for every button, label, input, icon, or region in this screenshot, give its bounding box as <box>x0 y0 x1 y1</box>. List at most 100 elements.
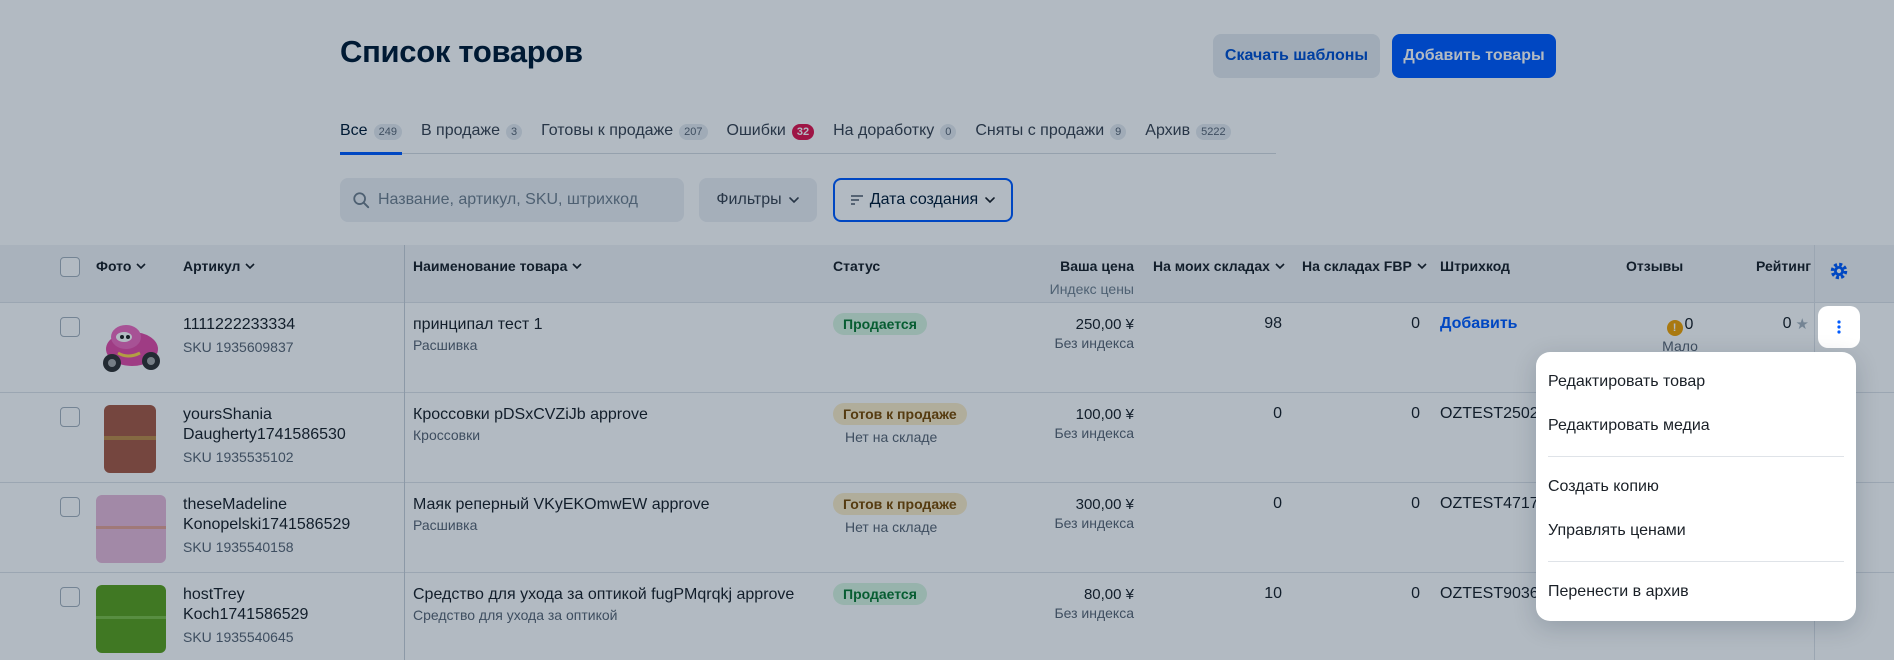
chevron-down-icon <box>985 197 996 204</box>
tab-count: 9 <box>1110 124 1127 140</box>
tab-removed[interactable]: Сняты с продажи 9 <box>975 120 1127 154</box>
article-cell: 1111222233334 SKU 1935609837 <box>183 315 295 357</box>
header-label: Наименование товара <box>413 258 568 274</box>
menu-item-manage-prices[interactable]: Управлять ценами <box>1536 509 1856 553</box>
article-cell: hostTrey Koch1741586529 SKU 1935540645 <box>183 585 333 647</box>
product-thumbnail <box>96 585 166 653</box>
header-label: Штрихкод <box>1440 258 1510 274</box>
row-checkbox[interactable] <box>60 317 80 337</box>
row-checkbox[interactable] <box>60 407 80 427</box>
header-sublabel: Индекс цены <box>1049 281 1134 297</box>
reviews-count: 0 <box>1684 316 1694 333</box>
tab-errors[interactable]: Ошибки 32 <box>727 120 815 154</box>
chevron-down-icon <box>788 197 799 204</box>
status-badge: Продается <box>833 583 927 605</box>
add-barcode-link[interactable]: Добавить <box>1440 315 1518 332</box>
product-thumbnail <box>96 495 166 563</box>
tab-on-sale[interactable]: В продаже 3 <box>421 120 523 154</box>
product-name[interactable]: принципал тест 1 <box>413 315 543 335</box>
menu-item-copy[interactable]: Создать копию <box>1536 465 1856 509</box>
table-header: Фото Артикул Наименование товара Статус … <box>0 245 1894 303</box>
filters-label: Фильтры <box>716 191 782 208</box>
header-fbp-stock[interactable]: На складах FBP <box>1302 258 1428 274</box>
name-cell: принципал тест 1 Расшивка <box>413 315 543 355</box>
search-input[interactable] <box>378 191 668 209</box>
price-value: 100,00 ¥ <box>1075 406 1134 423</box>
product-name[interactable]: Кроссовки pDSxCVZiJb approve <box>413 405 648 425</box>
product-name[interactable]: Маяк реперный VKyEKOmwEW approve <box>413 495 710 515</box>
menu-divider <box>1548 561 1844 562</box>
barcode-value: OZTEST2502 <box>1440 405 1539 422</box>
header-price: Ваша цена Индекс цены <box>1050 258 1134 297</box>
status-note: Нет на складе <box>845 519 938 535</box>
price-cell: 80,00 ¥ Без индекса <box>1054 585 1134 623</box>
product-category: Кроссовки <box>413 427 481 443</box>
price-index: Без индекса <box>1054 425 1134 441</box>
search-icon <box>353 192 370 209</box>
price-cell: 300,00 ¥ Без индекса <box>1054 495 1134 533</box>
header-label: Статус <box>833 258 881 274</box>
article-value: yoursShania Daugherty1741586530 <box>183 406 346 443</box>
header-article[interactable]: Артикул <box>183 258 256 274</box>
row-actions-menu: Редактировать товар Редактировать медиа … <box>1536 352 1856 621</box>
column-divider[interactable] <box>404 245 405 660</box>
filters-button[interactable]: Фильтры <box>699 178 817 222</box>
status-badge: Продается <box>833 313 927 335</box>
my-stock-value: 10 <box>1264 585 1282 602</box>
more-vertical-icon <box>1837 320 1841 334</box>
header-barcode: Штрихкод <box>1440 258 1510 274</box>
select-all-checkbox[interactable] <box>60 257 80 277</box>
product-thumbnail <box>96 315 166 383</box>
product-category: Средство для ухода за оптикой <box>413 607 618 623</box>
search-box[interactable] <box>340 178 684 222</box>
header-label: Рейтинг <box>1756 258 1812 274</box>
rating-cell: 0 ★ <box>1783 315 1809 333</box>
header-name[interactable]: Наименование товара <box>413 258 583 274</box>
my-stock-value: 98 <box>1264 315 1282 332</box>
tab-archive[interactable]: Архив 5222 <box>1145 120 1231 154</box>
header-my-stock[interactable]: На моих складах <box>1153 258 1286 274</box>
header-label: Артикул <box>183 258 241 274</box>
tab-label: Все <box>340 122 368 139</box>
chevron-down-icon <box>245 263 256 270</box>
row-checkbox[interactable] <box>60 587 80 607</box>
menu-item-edit-media[interactable]: Редактировать медиа <box>1536 404 1856 448</box>
tab-ready[interactable]: Готовы к продаже 207 <box>541 120 708 154</box>
name-cell: Маяк реперный VKyEKOmwEW approve Расшивка <box>413 495 710 535</box>
status-badge: Готов к продаже <box>833 403 967 425</box>
thumbnail-stripe <box>96 526 166 529</box>
chevron-down-icon <box>1417 263 1427 270</box>
my-stock-value: 0 <box>1273 495 1282 512</box>
fbp-stock-value: 0 <box>1411 315 1420 332</box>
tab-rework[interactable]: На доработку 0 <box>833 120 957 154</box>
sku-value: SKU 1935609837 <box>183 339 294 355</box>
tab-all[interactable]: Все 249 <box>340 120 402 155</box>
barcode-value: OZTEST4717 <box>1440 495 1539 512</box>
fbp-stock-value: 0 <box>1411 405 1420 422</box>
table-settings-button[interactable] <box>1826 258 1852 284</box>
row-checkbox[interactable] <box>60 497 80 517</box>
sku-value: SKU 1935535102 <box>183 449 294 465</box>
sku-value: SKU 1935540158 <box>183 539 294 555</box>
sku-value: SKU 1935540645 <box>183 629 294 645</box>
fbp-stock-value: 0 <box>1411 495 1420 512</box>
sort-button[interactable]: Дата создания <box>833 178 1013 222</box>
header-label: Отзывы <box>1626 258 1684 274</box>
chevron-down-icon <box>1275 263 1285 270</box>
my-stock-value: 0 <box>1273 405 1282 422</box>
price-index: Без индекса <box>1054 515 1134 531</box>
menu-item-archive[interactable]: Перенести в архив <box>1536 570 1856 614</box>
toy-car-image <box>103 325 160 372</box>
price-cell: 250,00 ¥ Без индекса <box>1054 315 1134 353</box>
product-name[interactable]: Средство для ухода за оптикой fugPMqrqkj… <box>413 585 794 605</box>
header-photo[interactable]: Фото <box>96 258 147 274</box>
row-actions-button[interactable] <box>1818 306 1860 348</box>
price-index: Без индекса <box>1054 605 1134 621</box>
price-cell: 100,00 ¥ Без индекса <box>1054 405 1134 443</box>
download-templates-button[interactable]: Скачать шаблоны <box>1213 34 1380 78</box>
add-products-button[interactable]: Добавить товары <box>1392 34 1556 78</box>
menu-item-edit-product[interactable]: Редактировать товар <box>1536 360 1856 404</box>
price-value: 80,00 ¥ <box>1083 586 1134 603</box>
name-cell: Кроссовки pDSxCVZiJb approve Кроссовки <box>413 405 648 445</box>
tab-count: 32 <box>791 124 815 140</box>
